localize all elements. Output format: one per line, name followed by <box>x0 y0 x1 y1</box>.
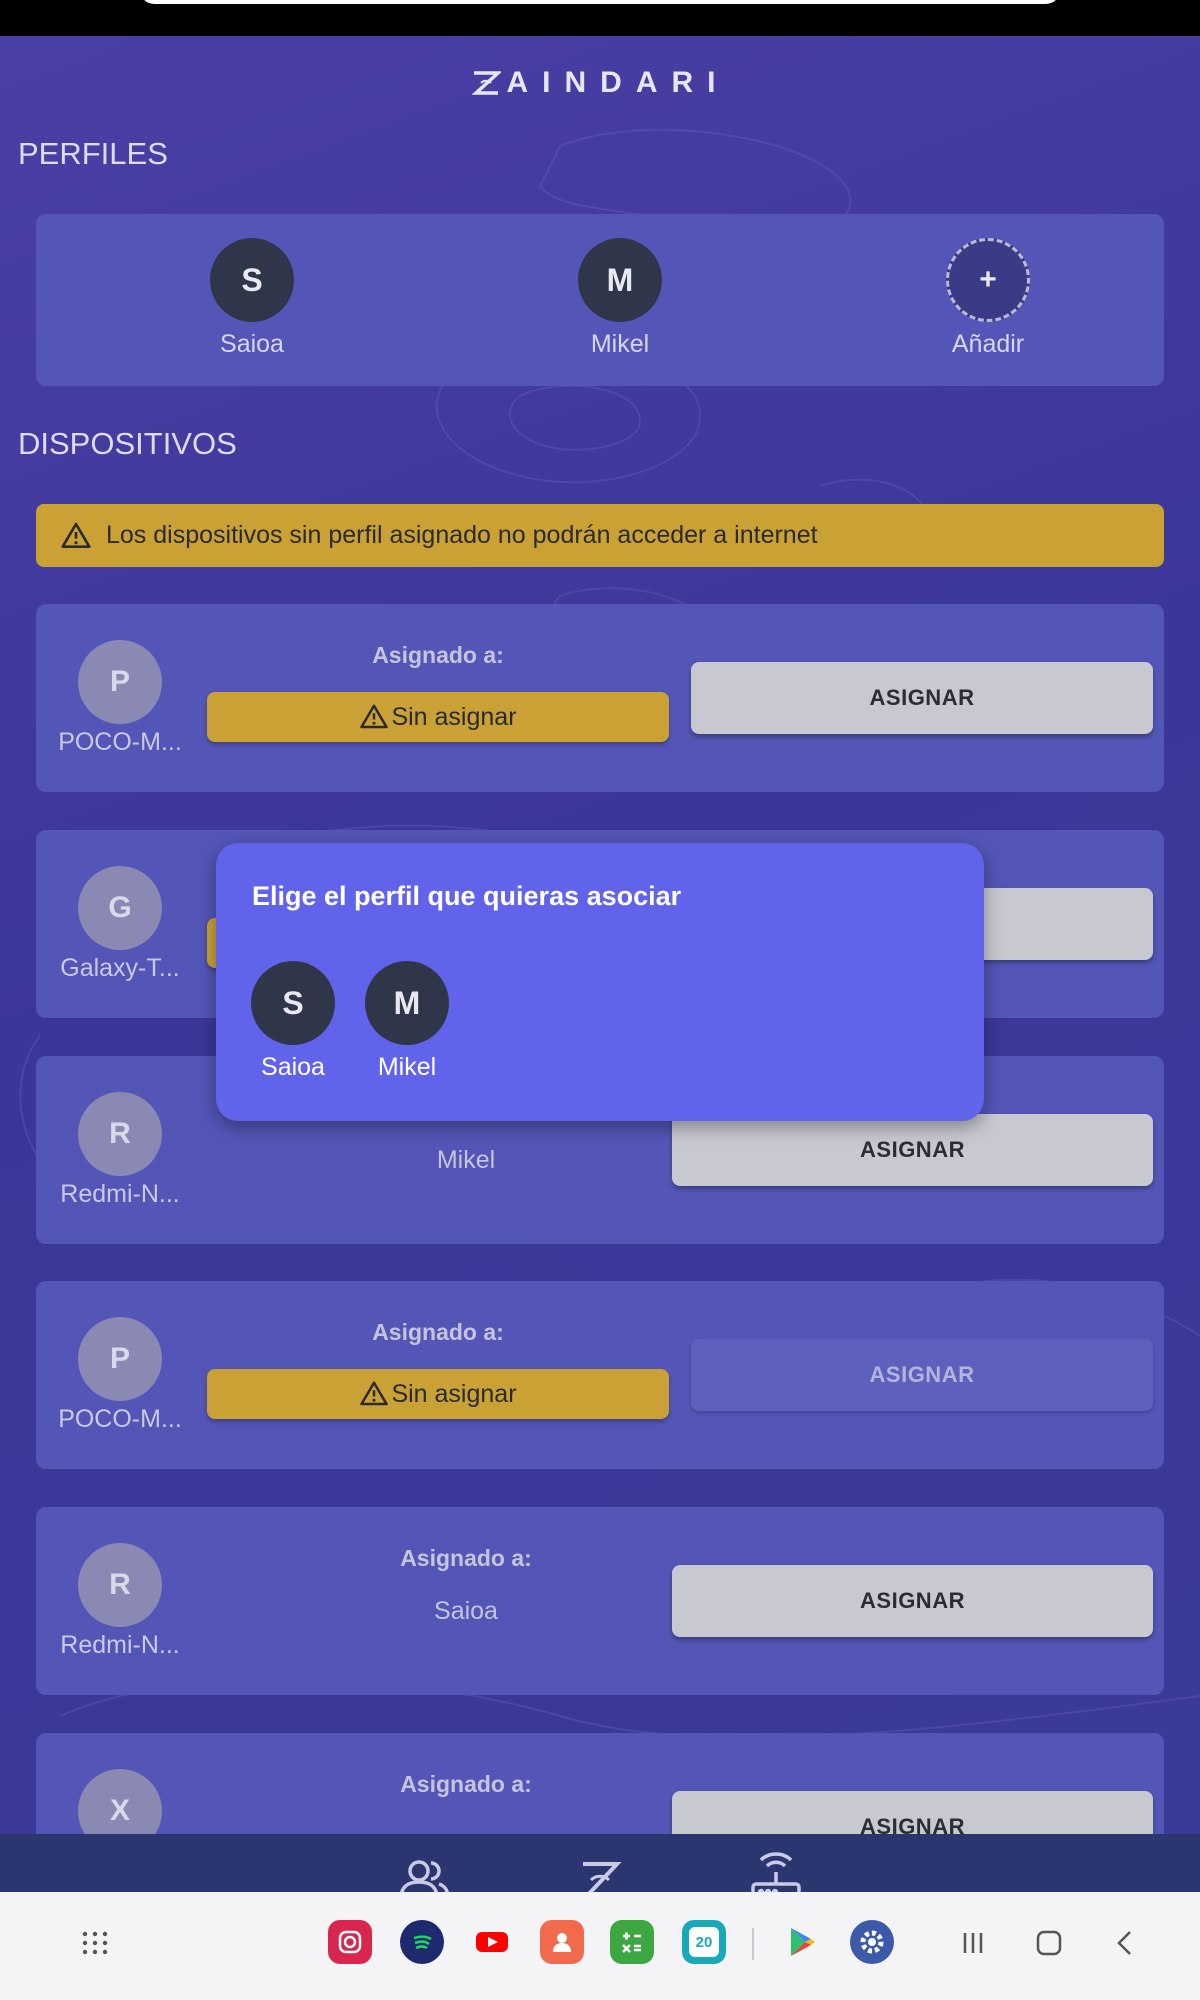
assigned-label: Asignado a: <box>372 642 504 668</box>
devices-section-title: DISPOSITIVOS <box>18 426 237 461</box>
aindari-logo-icon <box>470 71 501 95</box>
assigned-profile: Saioa <box>434 1597 498 1625</box>
calendar-icon[interactable]: 20 <box>682 1920 726 1964</box>
assigned-label: Asignado a: <box>372 1319 504 1345</box>
app-drawer-icon[interactable] <box>80 1928 110 1958</box>
app-logo: AINDARI <box>0 66 1200 100</box>
unassigned-text: Sin asignar <box>391 1379 517 1408</box>
dialog-option-mikel[interactable]: M Mikel <box>352 961 462 1082</box>
profile-name: Mikel <box>590 330 650 358</box>
assigned-label: Asignado a: <box>400 1545 532 1571</box>
contacts-icon[interactable] <box>540 1920 584 1964</box>
profile-name: Saioa <box>220 330 284 358</box>
brand-name: AINDARI <box>506 66 730 99</box>
spotify-icon[interactable] <box>400 1920 444 1964</box>
profile-saioa[interactable]: S Saioa <box>182 238 322 359</box>
home-icon[interactable] <box>1034 1928 1064 1958</box>
add-profile-label: Añadir <box>951 330 1025 358</box>
device-card: X Asignado a: ASIGNAR <box>36 1733 1164 1834</box>
unassigned-badge: Sin asignar <box>207 1369 669 1419</box>
warning-icon <box>61 522 91 548</box>
profile-mikel[interactable]: M Mikel <box>550 238 690 359</box>
device-avatar: P <box>78 1317 162 1401</box>
divider <box>752 1928 754 1960</box>
device-avatar: X <box>78 1769 162 1834</box>
avatar: M <box>578 238 662 322</box>
assigned-profile: Mikel <box>436 1146 496 1174</box>
plus-icon: + <box>946 238 1030 322</box>
profile-picker-dialog: Elige el perfil que quieras asociar S Sa… <box>216 843 984 1121</box>
system-navigation-bar: 20 <box>0 1892 1200 2000</box>
assign-button-disabled[interactable]: ASIGNAR <box>691 1339 1153 1411</box>
device-name: Redmi-N... <box>60 1180 180 1208</box>
avatar: S <box>210 238 294 322</box>
device-name: POCO-M... <box>58 728 182 756</box>
profiles-section-title: PERFILES <box>18 136 168 171</box>
warning-icon <box>360 1381 389 1406</box>
warning-banner: Los dispositivos sin perfil asignado no … <box>36 504 1164 567</box>
option-name: Mikel <box>377 1053 437 1081</box>
option-name: Saioa <box>261 1053 325 1081</box>
warning-icon <box>360 704 389 729</box>
device-avatar: R <box>78 1092 162 1176</box>
device-card: R Redmi-N... Asignado a: Saioa ASIGNAR <box>36 1507 1164 1695</box>
assigned-label: Asignado a: <box>400 1771 532 1797</box>
device-card: P POCO-M... Asignado a: Sin asignar ASIG… <box>36 1281 1164 1469</box>
dialog-title: Elige el perfil que quieras asociar <box>252 881 682 911</box>
calendar-day: 20 <box>689 1927 719 1957</box>
recent-apps-icon[interactable] <box>958 1928 988 1958</box>
status-bar-pill <box>140 0 1060 4</box>
device-avatar: R <box>78 1543 162 1627</box>
warning-text: Los dispositivos sin perfil asignado no … <box>106 521 818 549</box>
instagram-icon[interactable] <box>328 1920 372 1964</box>
settings-icon[interactable] <box>850 1920 894 1964</box>
avatar: M <box>365 961 449 1045</box>
dialog-option-saioa[interactable]: S Saioa <box>238 961 348 1082</box>
device-avatar: P <box>78 640 162 724</box>
unassigned-badge: Sin asignar <box>207 692 669 742</box>
device-avatar: G <box>78 866 162 950</box>
profiles-card: S Saioa M Mikel + Añadir <box>36 214 1164 386</box>
device-name: Redmi-N... <box>60 1631 180 1659</box>
device-name: Galaxy-T... <box>60 954 180 982</box>
status-bar <box>0 0 1200 36</box>
assign-button[interactable]: ASIGNAR <box>672 1565 1153 1637</box>
back-icon[interactable] <box>1110 1928 1140 1958</box>
assign-button[interactable]: ASIGNAR <box>691 662 1153 734</box>
assign-button[interactable]: ASIGNAR <box>672 1791 1153 1834</box>
calculator-icon[interactable] <box>610 1920 654 1964</box>
avatar: S <box>251 961 335 1045</box>
add-profile-button[interactable]: + Añadir <box>918 238 1058 359</box>
unassigned-text: Sin asignar <box>391 702 517 731</box>
youtube-icon[interactable] <box>470 1920 514 1964</box>
play-store-icon[interactable] <box>780 1920 824 1964</box>
device-card: P POCO-M... Asignado a: Sin asignar ASIG… <box>36 604 1164 792</box>
device-name: POCO-M... <box>58 1405 182 1433</box>
assign-button[interactable]: ASIGNAR <box>672 1114 1153 1186</box>
